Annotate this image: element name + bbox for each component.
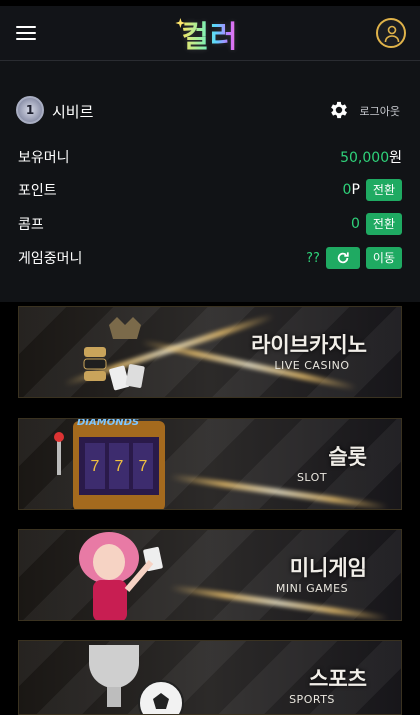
money-value-group: 50,000 원 — [340, 143, 402, 171]
level-badge: 1 — [16, 96, 44, 124]
money-value: 50,000 — [340, 150, 390, 166]
logout-link[interactable]: 로그아웃 — [360, 103, 400, 119]
game-money-value-group: ?? 이동 — [306, 244, 402, 272]
trophy-ball-icon — [89, 645, 184, 714]
hamburger-menu-icon[interactable] — [16, 26, 36, 42]
comp-value-group: 0 전환 — [351, 210, 402, 238]
mini-games-banner[interactable]: 미니게임 MINI GAMES — [18, 529, 402, 621]
live-casino-banner[interactable]: 라이브카지노 LIVE CASINO — [18, 306, 402, 398]
point-unit: P — [351, 182, 360, 198]
banner-title: 라이브카지노 — [251, 333, 367, 357]
profile-row: 1 시비르 로그아웃 — [16, 96, 404, 126]
slot-machine-icon: 7 7 7 — [54, 421, 165, 509]
point-convert-button[interactable]: 전환 — [365, 179, 402, 201]
user-icon — [384, 25, 400, 43]
casino-chips-icon — [83, 317, 145, 391]
banner-subtitle: LIVE CASINO — [274, 359, 350, 372]
username: 시비르 — [52, 103, 94, 121]
comp-value: 0 — [350, 216, 360, 232]
logo-text: 컬러 — [181, 20, 239, 55]
top-header: 컬러 — [0, 0, 420, 60]
money-label: 보유머니 — [18, 150, 70, 166]
banner-title: 미니게임 — [289, 556, 367, 580]
refresh-icon — [337, 252, 349, 264]
site-logo[interactable]: 컬러 — [175, 12, 239, 56]
banner-subtitle: SLOT — [296, 471, 328, 484]
game-money-value: ?? — [306, 250, 320, 266]
character-illustration — [79, 532, 163, 620]
refresh-button[interactable] — [325, 247, 360, 269]
slot-art-label: DIAMONDS — [77, 418, 140, 428]
point-value: 0 — [342, 182, 352, 198]
svg-text:7: 7 — [139, 458, 148, 475]
user-button[interactable] — [376, 18, 406, 48]
slot-banner[interactable]: 7 7 7 DIAMONDS 슬롯 SLOT — [18, 418, 402, 510]
point-value-group: 0 P 전환 — [343, 176, 402, 204]
banner-title: 슬롯 — [328, 445, 367, 469]
profile-panel: 1 시비르 로그아웃 보유머니 50,000 원 포인트 0 P 전환 콤프 0… — [0, 60, 420, 302]
money-unit: 원 — [389, 150, 402, 166]
svg-text:7: 7 — [91, 458, 100, 475]
move-button[interactable]: 이동 — [365, 247, 402, 269]
app-root: 컬러 1 시비르 로그아웃 보유머니 50,000 원 포인트 0 P 전환 콤… — [0, 0, 420, 715]
gear-icon[interactable] — [328, 99, 350, 121]
banner-title: 스포츠 — [309, 667, 367, 691]
game-money-label: 게임중머니 — [18, 251, 83, 267]
point-label: 포인트 — [18, 183, 57, 199]
comp-convert-button[interactable]: 전환 — [365, 213, 402, 235]
banner-subtitle: MINI GAMES — [275, 582, 349, 595]
svg-text:7: 7 — [115, 458, 124, 475]
sports-banner[interactable]: 스포츠 SPORTS — [18, 640, 402, 715]
comp-label: 콤프 — [18, 217, 44, 233]
banner-subtitle: SPORTS — [289, 693, 335, 706]
money-row: 보유머니 50,000 원 — [18, 143, 402, 171]
game-money-row: 게임중머니 ?? 이동 — [18, 244, 402, 272]
comp-row: 콤프 0 전환 — [18, 210, 402, 238]
point-row: 포인트 0 P 전환 — [18, 176, 402, 204]
